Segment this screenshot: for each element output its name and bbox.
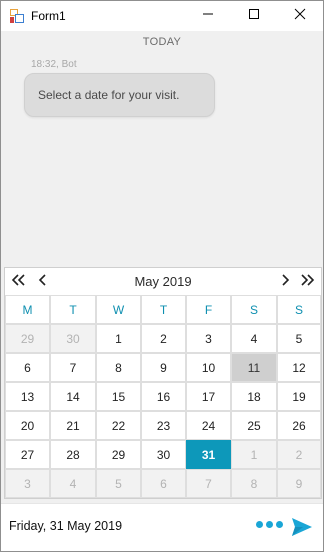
weekday-header: T	[141, 295, 186, 324]
close-button[interactable]	[277, 1, 323, 31]
day-cell[interactable]: 27	[5, 440, 50, 469]
day-cell[interactable]: 15	[96, 382, 141, 411]
day-cell[interactable]: 8	[231, 469, 277, 498]
winforms-app-icon	[10, 9, 24, 23]
day-cell[interactable]: 22	[96, 411, 141, 440]
month-label[interactable]: May 2019	[5, 274, 321, 289]
weekday-header: M	[5, 295, 50, 324]
day-cell[interactable]: 18	[231, 382, 277, 411]
day-cell[interactable]: 3	[186, 324, 231, 353]
weekday-header: F	[186, 295, 231, 324]
day-cell[interactable]: 1	[231, 440, 277, 469]
day-cell[interactable]: 12	[277, 353, 321, 382]
close-icon	[294, 7, 306, 25]
day-cell[interactable]: 29	[5, 324, 50, 353]
today-day-cell[interactable]: 11	[231, 353, 277, 382]
app-window: Form1 TODAY 18:32, Bot Select a date for…	[0, 0, 324, 552]
typing-dots-icon[interactable]	[256, 521, 283, 528]
day-cell[interactable]: 30	[141, 440, 186, 469]
day-cell[interactable]: 16	[141, 382, 186, 411]
day-cell[interactable]: 2	[277, 440, 321, 469]
send-icon[interactable]	[291, 517, 313, 537]
selected-day-cell[interactable]: 31	[186, 440, 231, 469]
day-cell[interactable]: 5	[96, 469, 141, 498]
day-cell[interactable]: 3	[5, 469, 50, 498]
day-cell[interactable]: 23	[141, 411, 186, 440]
day-cell[interactable]: 6	[141, 469, 186, 498]
weekday-header: W	[96, 295, 141, 324]
day-cell[interactable]: 1	[96, 324, 141, 353]
day-cell[interactable]: 25	[231, 411, 277, 440]
maximize-icon	[248, 7, 260, 25]
day-cell[interactable]: 2	[141, 324, 186, 353]
day-cell[interactable]: 9	[141, 353, 186, 382]
chevron-right-icon	[280, 273, 290, 291]
day-cell[interactable]: 13	[5, 382, 50, 411]
message-input[interactable]: Friday, 31 May 2019	[9, 519, 122, 533]
day-cell[interactable]: 10	[186, 353, 231, 382]
double-chevron-right-icon	[299, 273, 315, 291]
minimize-button[interactable]	[185, 1, 231, 31]
day-cell[interactable]: 17	[186, 382, 231, 411]
day-cell[interactable]: 4	[50, 469, 96, 498]
day-cell[interactable]: 6	[5, 353, 50, 382]
day-cell[interactable]: 7	[50, 353, 96, 382]
day-cell[interactable]: 5	[277, 324, 321, 353]
input-bar: Friday, 31 May 2019	[1, 503, 323, 551]
minimize-icon	[202, 7, 214, 25]
message-meta: 18:32, Bot	[31, 59, 77, 70]
message-text: Select a date for your visit.	[38, 88, 180, 102]
title-bar[interactable]: Form1	[1, 1, 323, 31]
day-cell[interactable]: 28	[50, 440, 96, 469]
maximize-button[interactable]	[231, 1, 277, 31]
day-cell[interactable]: 21	[50, 411, 96, 440]
day-cell[interactable]: 20	[5, 411, 50, 440]
weekday-header: T	[50, 295, 96, 324]
day-cell[interactable]: 29	[96, 440, 141, 469]
next-year-button[interactable]	[297, 272, 317, 292]
weekday-header: S	[231, 295, 277, 324]
day-cell[interactable]: 30	[50, 324, 96, 353]
bot-message-bubble: Select a date for your visit.	[24, 73, 215, 117]
day-cell[interactable]: 4	[231, 324, 277, 353]
day-cell[interactable]: 24	[186, 411, 231, 440]
day-cell[interactable]: 19	[277, 382, 321, 411]
calendar: May 2019 M T W T F S S 29 30 1 2 3 4 5 6 7 8 9 10 11 12 13 14 1…	[4, 267, 322, 499]
day-cell[interactable]: 8	[96, 353, 141, 382]
day-cell[interactable]: 9	[277, 469, 321, 498]
day-cell[interactable]: 26	[277, 411, 321, 440]
calendar-header: May 2019	[5, 268, 321, 295]
next-month-button[interactable]	[275, 272, 295, 292]
day-cell[interactable]: 14	[50, 382, 96, 411]
chat-area[interactable]: TODAY 18:32, Bot Select a date for your …	[1, 31, 323, 266]
day-separator: TODAY	[142, 36, 182, 48]
weekday-header: S	[277, 295, 321, 324]
day-cell[interactable]: 7	[186, 469, 231, 498]
window-title: Form1	[31, 9, 66, 23]
